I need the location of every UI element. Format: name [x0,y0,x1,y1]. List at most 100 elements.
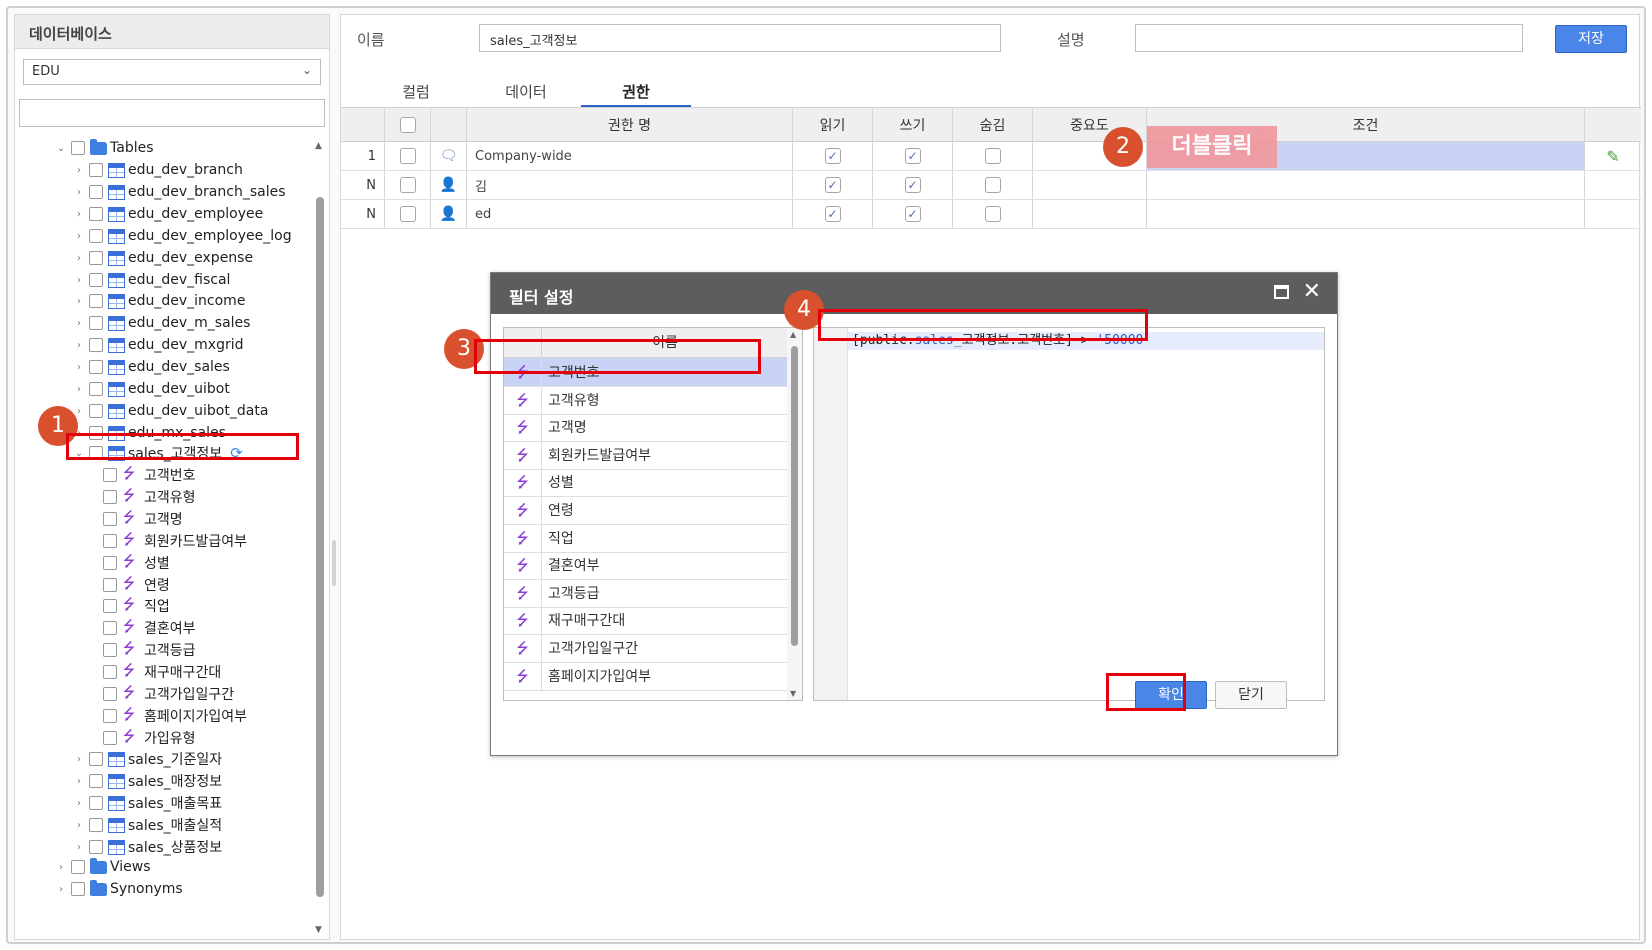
chevron-right-icon[interactable]: › [73,253,85,264]
chevron-right-icon[interactable]: › [73,798,85,809]
list-item[interactable]: ⭍ 재구매구간대 [504,606,788,636]
scroll-thumb[interactable] [791,346,798,646]
chevron-right-icon[interactable]: › [73,275,85,286]
close-icon[interactable]: ✕ [1303,279,1321,304]
checkbox[interactable] [103,556,117,570]
tree-item-column[interactable]: ⭍ 연령 [103,574,170,596]
tree-item-column[interactable]: ⭍ 고객명 [103,508,183,530]
checkbox[interactable] [103,643,117,657]
checkbox[interactable]: ✓ [824,148,841,164]
chevron-right-icon[interactable]: › [73,231,85,242]
importance-cell[interactable] [1033,171,1147,199]
checkbox[interactable] [399,206,416,222]
checkbox[interactable] [103,621,117,635]
chevron-right-icon[interactable]: › [73,296,85,307]
tree-item-column[interactable]: ⭍ 고객가입일구간 [103,683,234,705]
chevron-down-icon[interactable]: ⌄ [55,143,67,154]
maximize-icon[interactable] [1274,285,1289,299]
tree-scrollbar[interactable]: ▲ ▼ [315,141,325,937]
select-all-checkbox[interactable] [399,116,416,133]
tree-item-table[interactable]: › edu_dev_employee_log [73,225,292,247]
checkbox[interactable] [71,882,85,896]
tree-item-column[interactable]: ⭍ 회원카드발급여부 [103,530,247,552]
checkbox[interactable] [103,709,117,723]
checkbox[interactable] [399,177,416,193]
checkbox[interactable] [399,148,416,164]
checkbox[interactable]: ✓ [824,206,841,222]
list-item[interactable]: ⭍ 고객명 [504,413,788,443]
checkbox[interactable] [71,860,85,874]
scroll-down-icon[interactable]: ▼ [315,925,322,935]
tree-item-column[interactable]: ⭍ 고객등급 [103,639,196,661]
list-item[interactable]: ⭍ 결혼여부 [504,551,788,581]
tree-item-column[interactable]: ⭍ 고객유형 [103,486,196,508]
name-input[interactable]: sales_고객정보 [479,24,1001,52]
checkbox[interactable] [103,599,117,613]
checkbox[interactable]: ✓ [904,177,921,193]
checkbox[interactable] [89,185,103,199]
checkbox[interactable] [103,731,117,745]
edit-icon[interactable]: ✎ [1606,147,1619,166]
tab-permissions[interactable]: 권한 [581,73,691,107]
chevron-right-icon[interactable]: › [73,340,85,351]
tree-item-table[interactable]: › edu_dev_fiscal [73,269,230,291]
tree-item-table[interactable]: › edu_dev_uibot [73,378,230,400]
chevron-right-icon[interactable]: › [73,187,85,198]
checkbox[interactable] [89,229,103,243]
list-item[interactable]: ⭍ 연령 [504,496,788,525]
checkbox[interactable]: ✓ [824,177,841,193]
column-list-scrollbar[interactable]: ▲ ▼ [787,328,802,700]
chevron-right-icon[interactable]: › [73,165,85,176]
checkbox[interactable] [103,687,117,701]
checkbox[interactable] [89,251,103,265]
scroll-up-icon[interactable]: ▲ [315,141,322,151]
tree-item-column[interactable]: ⭍ 고객번호 [103,464,196,486]
table-row[interactable]: N 👤 ed ✓ ✓ [341,200,1641,229]
tree-item-column[interactable]: ⭍ 가입유형 [103,727,196,749]
tree-item-table[interactable]: › edu_dev_branch_sales [73,181,286,203]
tree-item-table[interactable]: › sales_매출목표 [73,792,222,814]
panel-splitter[interactable] [332,540,336,586]
checkbox[interactable] [89,840,103,854]
chevron-right-icon[interactable]: › [55,862,67,873]
tree-item-table[interactable]: › sales_기준일자 [73,748,222,770]
checkbox[interactable] [71,141,85,155]
tree-folder-tables[interactable]: ⌄ Tables [55,137,154,159]
list-item[interactable]: ⭍ 직업 [504,523,788,553]
table-row[interactable]: N 👤 김 ✓ ✓ [341,171,1641,200]
checkbox[interactable] [89,818,103,832]
tree-item-table[interactable]: › edu_dev_mxgrid [73,334,244,356]
database-select[interactable]: EDU ⌄ [23,59,321,85]
checkbox[interactable] [103,468,117,482]
checkbox[interactable]: ✓ [904,206,921,222]
checkbox[interactable] [103,665,117,679]
checkbox[interactable] [89,360,103,374]
filter-expression-editor[interactable]: [public.sales_고객정보.고객번호] > '50000' [813,327,1325,701]
tree-item-table[interactable]: › edu_dev_uibot_data [73,400,268,422]
tree-item-table[interactable]: › sales_매출실적 [73,814,222,836]
tree-item-table[interactable]: › edu_dev_income [73,290,245,312]
list-item[interactable]: ⭍ 홈페이지가입여부 [504,661,788,691]
checkbox[interactable] [89,273,103,287]
chevron-right-icon[interactable]: › [55,884,67,895]
scroll-down-icon[interactable]: ▼ [790,689,796,698]
list-item[interactable]: ⭍ 회원카드발급여부 [504,440,788,470]
close-button[interactable]: 닫기 [1215,681,1287,709]
checkbox[interactable] [103,490,117,504]
condition-cell[interactable] [1147,200,1585,228]
chevron-right-icon[interactable]: › [73,820,85,831]
scroll-up-icon[interactable]: ▲ [790,330,796,339]
checkbox[interactable] [89,382,103,396]
tree-item-column[interactable]: ⭍ 결혼여부 [103,617,196,639]
tree-search-input[interactable] [19,99,325,127]
checkbox[interactable] [89,338,103,352]
checkbox[interactable] [89,774,103,788]
chevron-right-icon[interactable]: › [73,754,85,765]
tree-item-table[interactable]: › sales_매장정보 [73,770,222,792]
tree-item-table[interactable]: › edu_dev_expense [73,247,253,269]
checkbox[interactable] [103,578,117,592]
checkbox[interactable] [89,752,103,766]
tree-folder-synonyms[interactable]: › Synonyms [55,878,183,900]
tree-item-table[interactable]: › edu_dev_branch [73,159,243,181]
tab-columns[interactable]: 컬럼 [361,73,471,107]
